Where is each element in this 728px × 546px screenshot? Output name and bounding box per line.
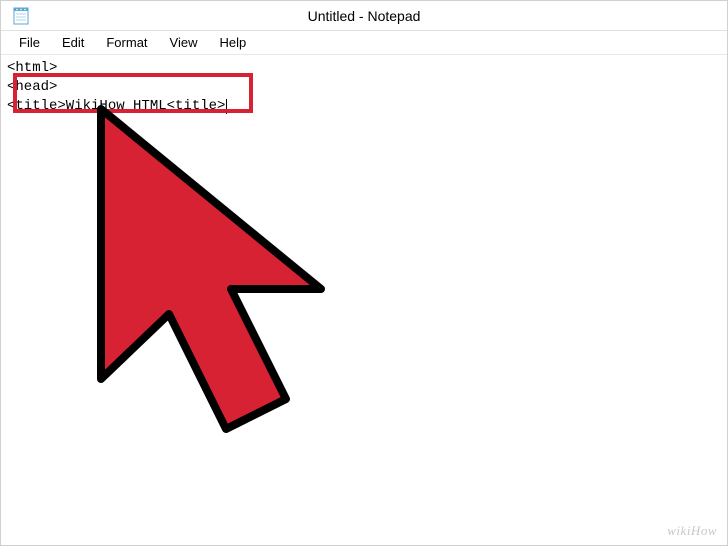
notepad-icon [13,7,29,25]
window-title: Untitled - Notepad [308,8,421,24]
editor-line: <html> [7,59,721,78]
menu-edit[interactable]: Edit [52,33,94,52]
titlebar[interactable]: Untitled - Notepad [1,1,727,31]
menu-view[interactable]: View [160,33,208,52]
watermark: wikiHow [667,523,717,539]
text-cursor-icon [226,99,227,114]
notepad-window: Untitled - Notepad File Edit Format View… [0,0,728,546]
menu-format[interactable]: Format [96,33,157,52]
menu-file[interactable]: File [9,33,50,52]
menu-help[interactable]: Help [209,33,256,52]
editor-line: <head> [7,78,721,97]
editor-line: <title>WikiHow HTML<title> [7,97,721,116]
menubar: File Edit Format View Help [1,31,727,55]
text-editor-area[interactable]: <html> <head> <title>WikiHow HTML<title> [1,55,727,545]
